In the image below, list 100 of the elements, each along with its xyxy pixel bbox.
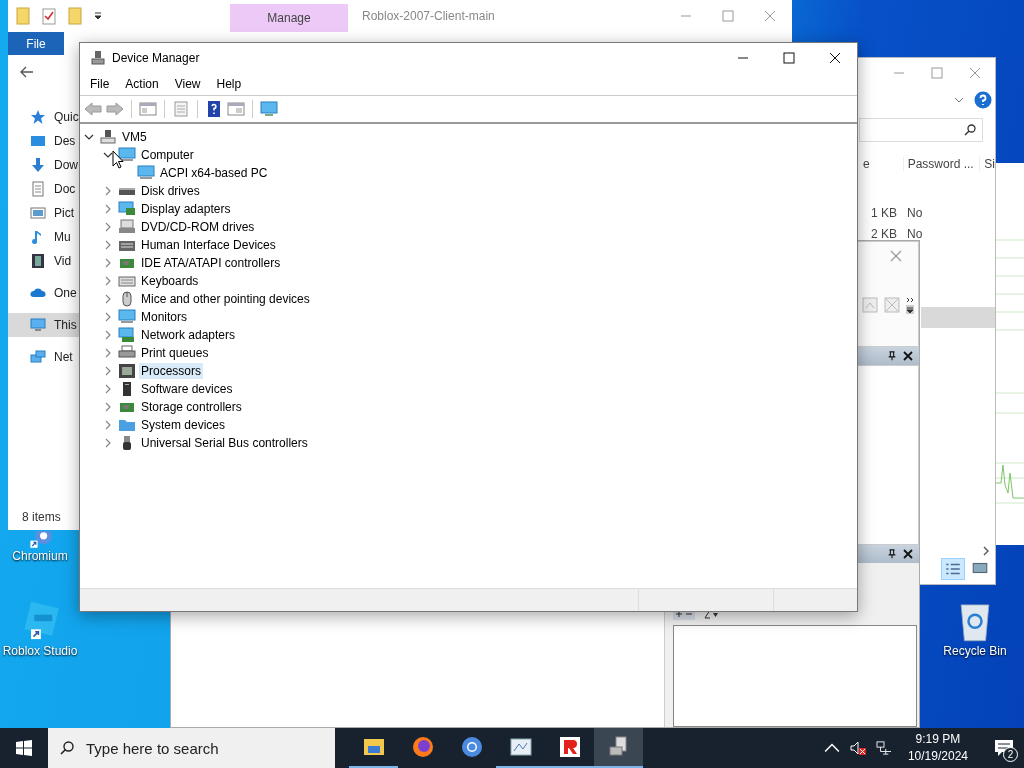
tree-item[interactable]: VM5: [120, 129, 149, 145]
help-icon[interactable]: [974, 91, 992, 109]
menu-item[interactable]: Action: [117, 77, 167, 91]
menu-item[interactable]: Help: [208, 77, 250, 91]
file-tab[interactable]: File: [8, 32, 64, 55]
forward-arrow-icon[interactable]: [106, 101, 124, 117]
status-text: 8 items: [22, 510, 61, 524]
collapse-chevron-icon[interactable]: [84, 132, 94, 142]
tree-item[interactable]: Software devices: [139, 381, 235, 397]
tree-item[interactable]: Display adapters: [139, 201, 233, 217]
details-view-icon[interactable]: [941, 558, 965, 580]
back-arrow-icon[interactable]: [20, 66, 34, 78]
time-text: 9:19 PM: [915, 731, 961, 748]
chart-window-icon: [508, 735, 533, 759]
tree-item[interactable]: System devices: [139, 417, 228, 433]
device-manager-taskbar-button[interactable]: [594, 728, 643, 768]
nav-item[interactable]: Des: [8, 129, 79, 153]
nav-item[interactable]: Vid: [8, 249, 79, 273]
chevron-down-icon[interactable]: [954, 97, 964, 103]
expand-chevron-icon[interactable]: [103, 438, 113, 448]
tree-item[interactable]: DVD/CD-ROM drives: [139, 219, 257, 235]
monitor-icon[interactable]: [260, 101, 278, 117]
checkmark-document-icon[interactable]: [42, 7, 56, 25]
nav-item[interactable]: Mu: [8, 225, 79, 249]
tree-item[interactable]: ACPI x64-based PC: [158, 165, 270, 181]
folder-icon: [118, 417, 136, 433]
close-icon[interactable]: [903, 351, 913, 361]
computer-icon: [90, 50, 106, 66]
expand-chevron-icon[interactable]: [103, 240, 113, 250]
date-text: 10/19/2024: [907, 748, 968, 765]
nav-item[interactable]: This: [8, 313, 79, 337]
nav-item[interactable]: Doc: [8, 177, 79, 201]
help-icon[interactable]: [205, 101, 223, 117]
expand-chevron-icon[interactable]: [103, 258, 113, 268]
dropdown-icon[interactable]: [94, 12, 102, 20]
expand-chevron-icon[interactable]: [103, 348, 113, 358]
monitor-icon: [118, 147, 136, 163]
network-icon[interactable]: [875, 741, 892, 755]
computer-icon: [99, 129, 117, 145]
chevron-right-icon[interactable]: [983, 546, 989, 556]
window-panel-icon[interactable]: [139, 101, 157, 117]
pc-icon: [30, 317, 46, 333]
menu-item[interactable]: View: [166, 77, 209, 91]
chevron-up-icon[interactable]: [823, 741, 840, 755]
nav-item[interactable]: Dow: [8, 153, 79, 177]
pin-icon[interactable]: [887, 549, 897, 559]
clock[interactable]: 9:19 PM 10/19/2024: [901, 731, 974, 765]
chromium-icon: [459, 735, 484, 759]
expand-chevron-icon[interactable]: [103, 330, 113, 340]
expand-chevron-icon[interactable]: [103, 366, 113, 376]
search-field[interactable]: [859, 118, 983, 142]
close-icon[interactable]: [903, 549, 913, 559]
tree-item[interactable]: Keyboards: [139, 273, 201, 289]
column-header[interactable]: Si: [979, 157, 995, 171]
expand-chevron-icon[interactable]: [103, 312, 113, 322]
picture-icon: [30, 205, 46, 221]
muted-speaker-icon[interactable]: [849, 741, 866, 755]
expand-chevron-icon[interactable]: [103, 222, 113, 232]
nav-item[interactable]: One: [8, 281, 79, 305]
expand-chevron-icon[interactable]: [103, 186, 113, 196]
mouse-pointer-icon: [112, 150, 124, 169]
close-icon[interactable]: [829, 52, 841, 64]
menu-item[interactable]: File: [82, 77, 118, 91]
tree-item[interactable]: Storage controllers: [139, 399, 244, 415]
tree-item[interactable]: Monitors: [139, 309, 189, 325]
nav-item[interactable]: Quic: [8, 105, 79, 129]
expand-chevron-icon[interactable]: [103, 420, 113, 430]
column-header[interactable]: Password ...: [902, 157, 980, 171]
expand-chevron-icon[interactable]: [103, 276, 113, 286]
expand-chevron-icon[interactable]: [103, 294, 113, 304]
tree-item[interactable]: Print queues: [139, 345, 211, 361]
tree-item[interactable]: IDE ATA/ATAPI controllers: [139, 255, 283, 271]
tree-item[interactable]: Universal Serial Bus controllers: [139, 435, 310, 451]
nav-item[interactable]: Pict: [8, 201, 79, 225]
search-field[interactable]: Type here to search: [48, 728, 335, 768]
network-monitor-icon: [118, 327, 136, 343]
chip-icon: [118, 363, 136, 379]
desktop-icon-label[interactable]: Recycle Bin: [943, 644, 1007, 658]
printer-icon: [118, 345, 136, 361]
video-icon: [30, 253, 46, 269]
tree-item[interactable]: Processors: [139, 363, 204, 379]
nav-item[interactable]: Net: [8, 345, 79, 369]
monitor-icon: [137, 165, 155, 181]
tree-item[interactable]: Computer: [139, 147, 196, 163]
expand-chevron-icon[interactable]: [103, 402, 113, 412]
tree-item[interactable]: Mice and other pointing devices: [139, 291, 312, 307]
download-icon: [30, 157, 46, 173]
pin-icon[interactable]: [887, 351, 897, 361]
expand-chevron-icon[interactable]: [103, 204, 113, 214]
tree-item[interactable]: Network adapters: [139, 327, 238, 343]
table-cell-text: 1 KB: [870, 205, 898, 220]
tree-item[interactable]: Disk drives: [139, 183, 202, 199]
table-cell-text: 2 KB: [870, 226, 898, 241]
document-icon: [30, 181, 46, 197]
expand-chevron-icon[interactable]: [103, 384, 113, 394]
maximize-icon[interactable]: [783, 52, 795, 64]
scroll-arrows-icon[interactable]: [906, 296, 914, 314]
window-title: Device Manager: [112, 51, 201, 65]
contextual-tab[interactable]: Manage: [230, 4, 348, 32]
tree-item[interactable]: Human Interface Devices: [139, 237, 278, 253]
